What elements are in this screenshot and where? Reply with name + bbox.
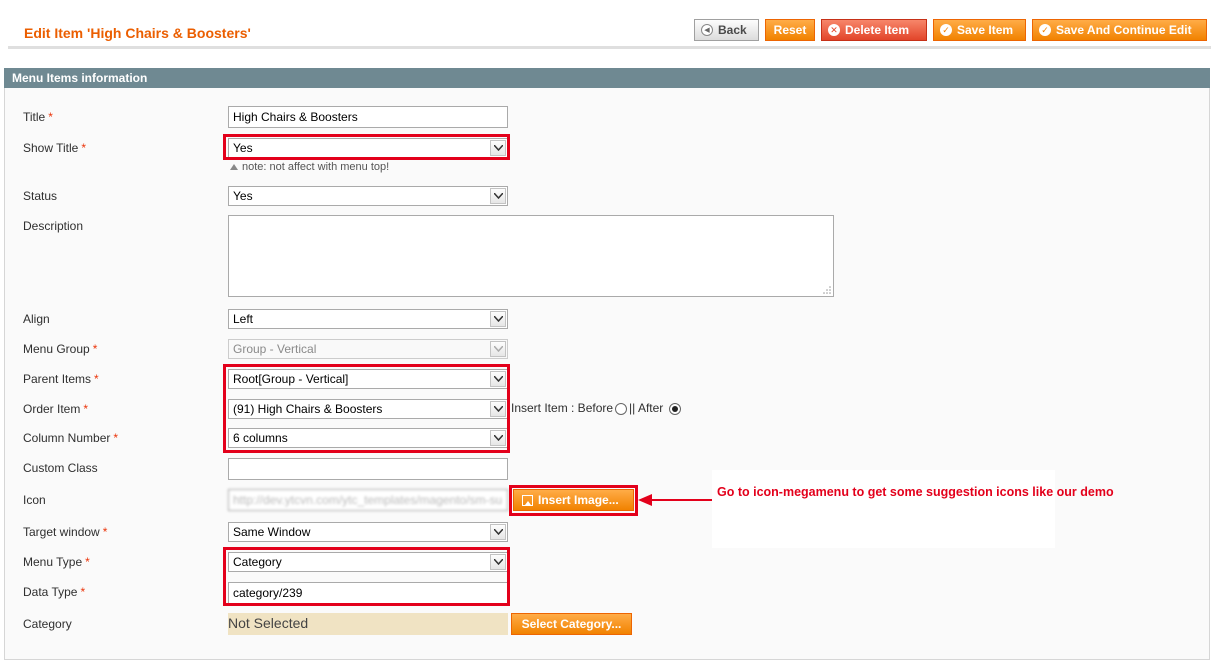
highlight-menu-data-type xyxy=(223,547,510,606)
delete-x-icon: ✕ xyxy=(828,24,840,36)
custom-class-label: Custom Class xyxy=(23,461,98,475)
insert-before-label: Insert Item : Before xyxy=(511,401,614,415)
description-textarea[interactable] xyxy=(228,215,834,297)
highlight-insert-image xyxy=(509,485,638,516)
target-window-select[interactable]: Same Window xyxy=(228,522,508,542)
insert-after-radio[interactable] xyxy=(668,402,681,415)
resize-grip-icon[interactable] xyxy=(823,286,831,294)
insert-after-label: || After xyxy=(629,401,664,415)
chevron-down-icon xyxy=(490,311,506,327)
description-label: Description xyxy=(23,219,84,233)
title-label: Title * xyxy=(23,110,53,124)
back-button-label: Back xyxy=(718,23,747,37)
icon-path-input[interactable]: http://dev.ytcvn.com/ytc_templates/magen… xyxy=(228,489,508,511)
save-continue-check-icon: ✓ xyxy=(1039,24,1051,36)
save-button-label: Save Item xyxy=(957,23,1014,37)
insert-before-radio[interactable] xyxy=(615,402,628,415)
select-category-button[interactable]: Select Category... xyxy=(511,613,632,635)
parent-items-label: Parent Items * xyxy=(23,372,99,386)
delete-button-label: Delete Item xyxy=(845,23,910,37)
back-arrow-icon: ◀ xyxy=(701,24,713,36)
page-title: Edit Item 'High Chairs & Boosters' xyxy=(24,25,251,41)
reset-button-label: Reset xyxy=(773,23,807,37)
chevron-down-icon xyxy=(490,524,506,540)
show-title-note: note: not affect with menu top! xyxy=(230,161,389,173)
annotation-arrow-icon xyxy=(638,494,714,506)
custom-class-input[interactable] xyxy=(228,458,508,480)
status-label: Status xyxy=(23,189,58,203)
back-button[interactable]: ◀ Back xyxy=(694,19,759,41)
highlight-parent-order-column xyxy=(223,364,510,453)
show-title-label: Show Title * xyxy=(23,141,87,155)
category-label: Category xyxy=(23,617,72,631)
order-item-label: Order Item * xyxy=(23,402,89,416)
menu-group-label: Menu Group * xyxy=(23,342,98,356)
section-header: Menu Items information xyxy=(4,68,1210,88)
category-value: Not Selected xyxy=(228,613,508,635)
title-input[interactable]: High Chairs & Boosters xyxy=(228,106,508,128)
save-item-button[interactable]: ✓ Save Item xyxy=(933,19,1026,41)
annotation-box xyxy=(712,470,1055,548)
save-continue-label: Save And Continue Edit xyxy=(1056,23,1192,37)
menu-type-label: Menu Type * xyxy=(23,555,90,569)
status-select[interactable]: Yes xyxy=(228,186,508,206)
annotation-text: Go to icon-megamenu to get some suggesti… xyxy=(717,485,1114,499)
delete-item-button[interactable]: ✕ Delete Item xyxy=(821,19,927,41)
save-check-icon: ✓ xyxy=(940,24,952,36)
data-type-label: Data Type * xyxy=(23,585,86,599)
menu-items-fieldset xyxy=(4,68,1210,660)
chevron-down-icon xyxy=(490,188,506,204)
target-window-label: Target window * xyxy=(23,525,108,539)
title-divider xyxy=(8,46,1211,49)
note-triangle-icon xyxy=(230,164,238,171)
column-number-label: Column Number * xyxy=(23,431,119,445)
save-and-continue-button[interactable]: ✓ Save And Continue Edit xyxy=(1032,19,1207,41)
menu-group-select: Group - Vertical xyxy=(228,339,508,359)
align-select[interactable]: Left xyxy=(228,309,508,329)
chevron-down-icon xyxy=(490,341,506,357)
reset-button[interactable]: Reset xyxy=(765,19,815,41)
insert-position-group: Insert Item : Before || After xyxy=(511,401,683,415)
select-category-label: Select Category... xyxy=(521,617,622,631)
icon-label: Icon xyxy=(23,493,46,507)
highlight-show-title xyxy=(223,134,510,160)
align-label: Align xyxy=(23,312,50,326)
